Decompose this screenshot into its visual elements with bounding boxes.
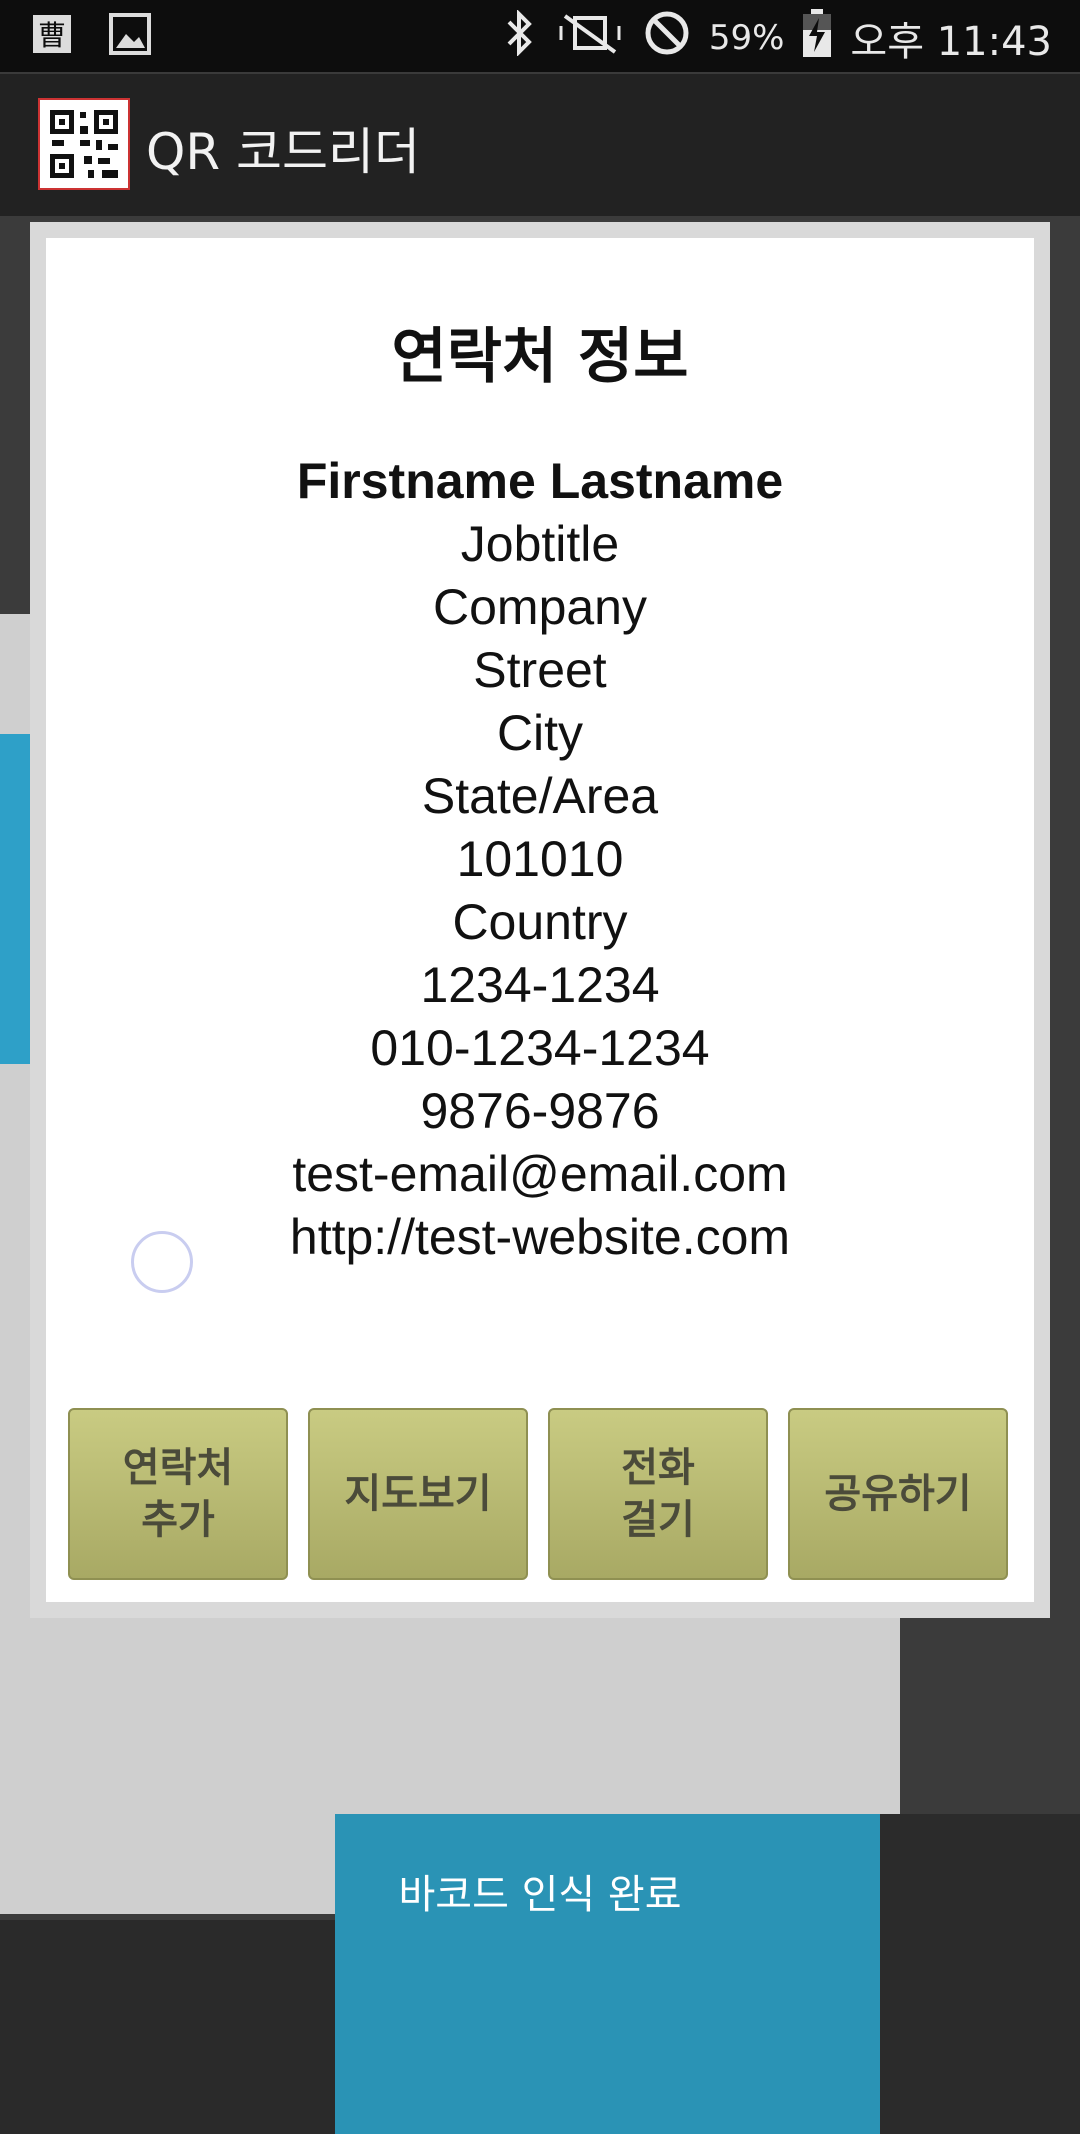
contact-street: Street <box>473 642 607 698</box>
image-icon <box>108 12 152 56</box>
contact-name: Firstname Lastname <box>296 453 784 509</box>
app-bar: QR 코드리더 <box>0 72 1080 216</box>
contact-info: Firstname Lastname Jobtitle Company Stre… <box>46 450 1034 1269</box>
contact-jobtitle: Jobtitle <box>460 516 620 572</box>
contact-postal-code: 101010 <box>456 831 624 887</box>
contact-mobile: 010-1234-1234 <box>370 1020 710 1076</box>
scan-complete-toast: 바코드 인식 완료 <box>398 1872 682 1918</box>
battery-icon <box>802 8 832 68</box>
contact-fax: 9876-9876 <box>420 1083 660 1139</box>
svg-text:曹: 曹 <box>38 19 66 52</box>
share-button[interactable]: 공유하기 <box>788 1408 1008 1580</box>
add-contact-button[interactable]: 연락처 추가 <box>68 1408 288 1580</box>
qr-logo-icon <box>38 98 130 190</box>
status-bar: 曹 59% 오후 11:43 <box>0 0 1080 72</box>
bluetooth-icon <box>501 9 537 66</box>
contact-dialog: 연락처 정보 Firstname Lastname Jobtitle Compa… <box>46 238 1034 1602</box>
view-map-button[interactable]: 지도보기 <box>308 1408 528 1580</box>
contact-country: Country <box>452 894 628 950</box>
call-button[interactable]: 전화 걸기 <box>548 1408 768 1580</box>
vibrate-icon <box>555 10 625 66</box>
app-title: QR 코드리더 <box>146 123 420 181</box>
contact-email: test-email@email.com <box>292 1146 788 1202</box>
contact-phone: 1234-1234 <box>420 957 660 1013</box>
dialog-title: 연락처 정보 <box>391 322 689 392</box>
contact-state: State/Area <box>421 768 659 824</box>
touch-indicator-icon <box>131 1231 193 1293</box>
contact-company: Company <box>433 579 647 635</box>
contact-city: City <box>496 705 584 761</box>
contact-website: http://test-website.com <box>289 1209 791 1265</box>
dialog-button-row: 연락처 추가 지도보기 전화 걸기 공유하기 <box>68 1408 1012 1582</box>
battery-percent: 59% <box>708 18 785 58</box>
clock: 오후 11:43 <box>850 19 1052 65</box>
block-icon <box>643 9 691 67</box>
calendar-icon: 曹 <box>30 12 74 56</box>
